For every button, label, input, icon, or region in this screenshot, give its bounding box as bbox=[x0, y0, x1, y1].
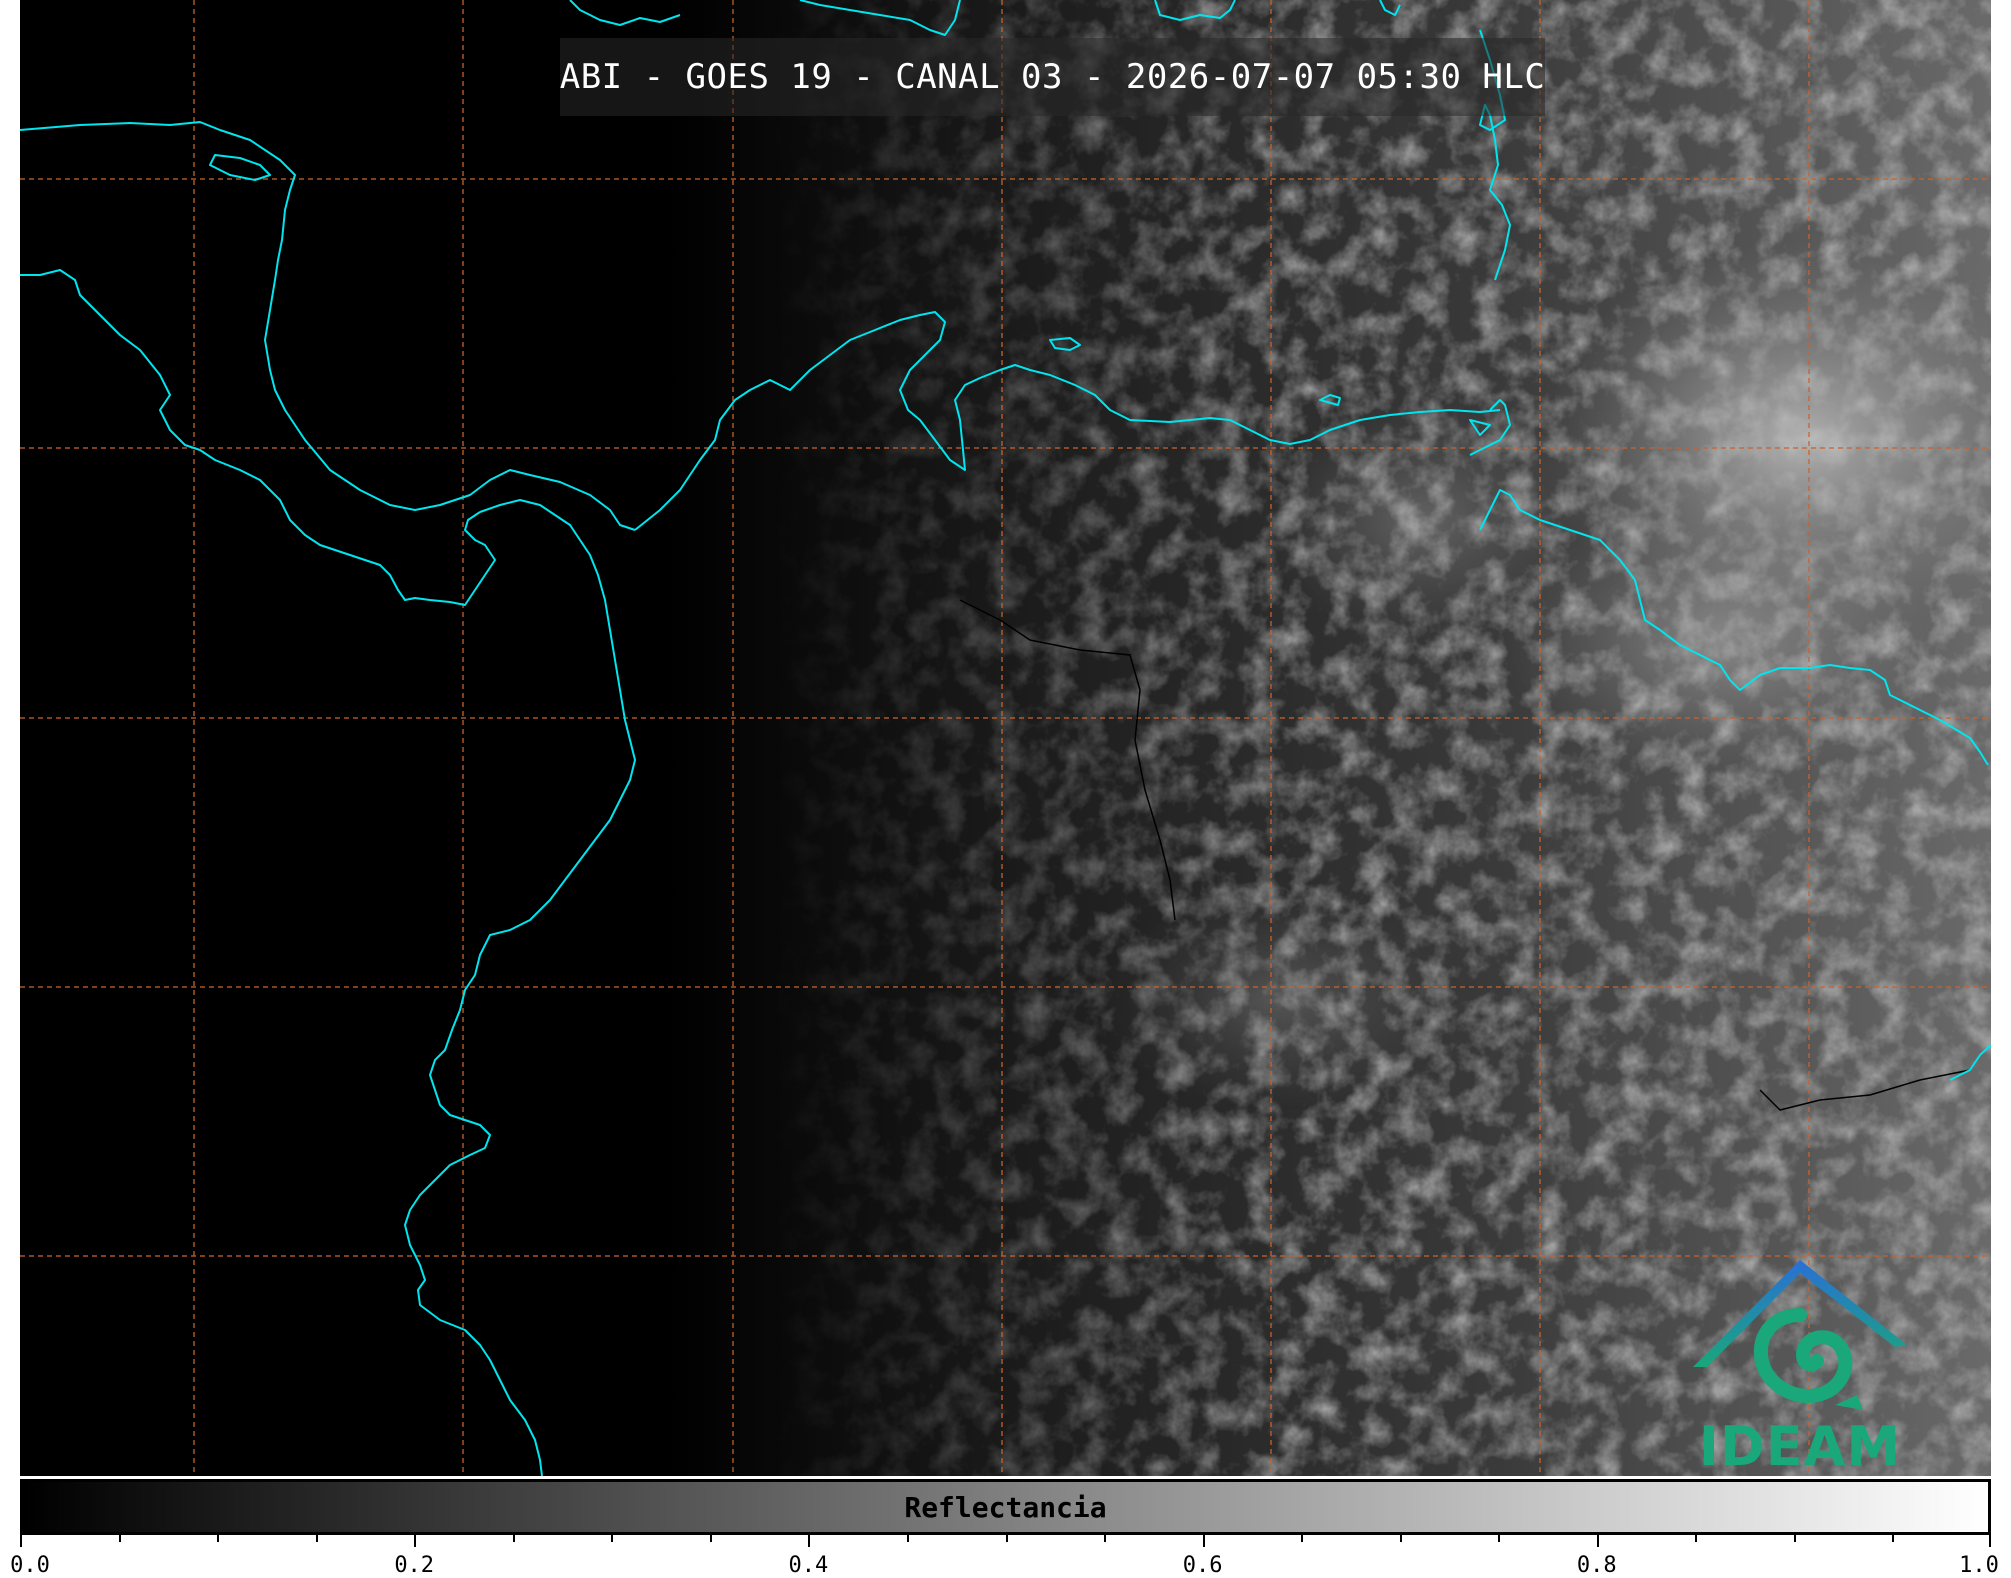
colorbar-minor-tick bbox=[1399, 1535, 1402, 1542]
colorbar-tick-label: 1.0 bbox=[1959, 1553, 1999, 1578]
colorbar-tick-label: 0.0 bbox=[10, 1553, 50, 1578]
colorbar-minor-tick bbox=[217, 1535, 220, 1542]
map-title: ABI - GOES 19 - CANAL 03 - 2026-07-07 05… bbox=[559, 57, 1546, 97]
colorbar-major-tick bbox=[808, 1535, 811, 1547]
colorbar-minor-tick bbox=[1498, 1535, 1501, 1542]
colorbar-tick-label: 0.2 bbox=[394, 1553, 435, 1578]
colorbar-minor-tick bbox=[611, 1535, 614, 1542]
colorbar-tick-label: 0.8 bbox=[1576, 1553, 1617, 1578]
colorbar-major-tick bbox=[1202, 1535, 1205, 1547]
colorbar-major-tick bbox=[1596, 1535, 1599, 1547]
colorbar-tick-label: 0.4 bbox=[788, 1553, 829, 1578]
colorbar-minor-tick bbox=[315, 1535, 318, 1542]
colorbar-minor-tick bbox=[1793, 1535, 1796, 1542]
colorbar-ticks: 0.0 0.2 0.4 0.6 0.8 1.0 bbox=[10, 1535, 1999, 1578]
colorbar-minor-tick bbox=[906, 1535, 909, 1542]
logo-text: IDEAM bbox=[1698, 1415, 1902, 1476]
ideam-logo-icon bbox=[1693, 1260, 1907, 1410]
title-banner: ABI - GOES 19 - CANAL 03 - 2026-07-07 05… bbox=[560, 38, 1545, 116]
colorbar-minor-tick bbox=[118, 1535, 121, 1542]
colorbar-minor-tick bbox=[1695, 1535, 1698, 1542]
colorbar-minor-tick bbox=[1104, 1535, 1107, 1542]
colorbar-tick-label: 0.6 bbox=[1182, 1553, 1223, 1578]
colorbar-minor-tick bbox=[709, 1535, 712, 1542]
colorbar-major-tick bbox=[414, 1535, 417, 1547]
colorbar-minor-tick bbox=[1005, 1535, 1008, 1542]
colorbar-major-tick bbox=[20, 1535, 22, 1547]
colorbar-minor-tick bbox=[1892, 1535, 1895, 1542]
satellite-map[interactable]: ABI - GOES 19 - CANAL 03 - 2026-07-07 05… bbox=[20, 0, 1991, 1476]
colorbar-minor-tick bbox=[1301, 1535, 1304, 1542]
colorbar: Reflectancia bbox=[20, 1479, 1991, 1535]
colorbar-major-tick bbox=[1989, 1535, 1991, 1547]
colorbar-minor-tick bbox=[512, 1535, 515, 1542]
colorbar-label: Reflectancia bbox=[904, 1490, 1107, 1524]
ideam-logo: IDEAM bbox=[1685, 1255, 1915, 1476]
